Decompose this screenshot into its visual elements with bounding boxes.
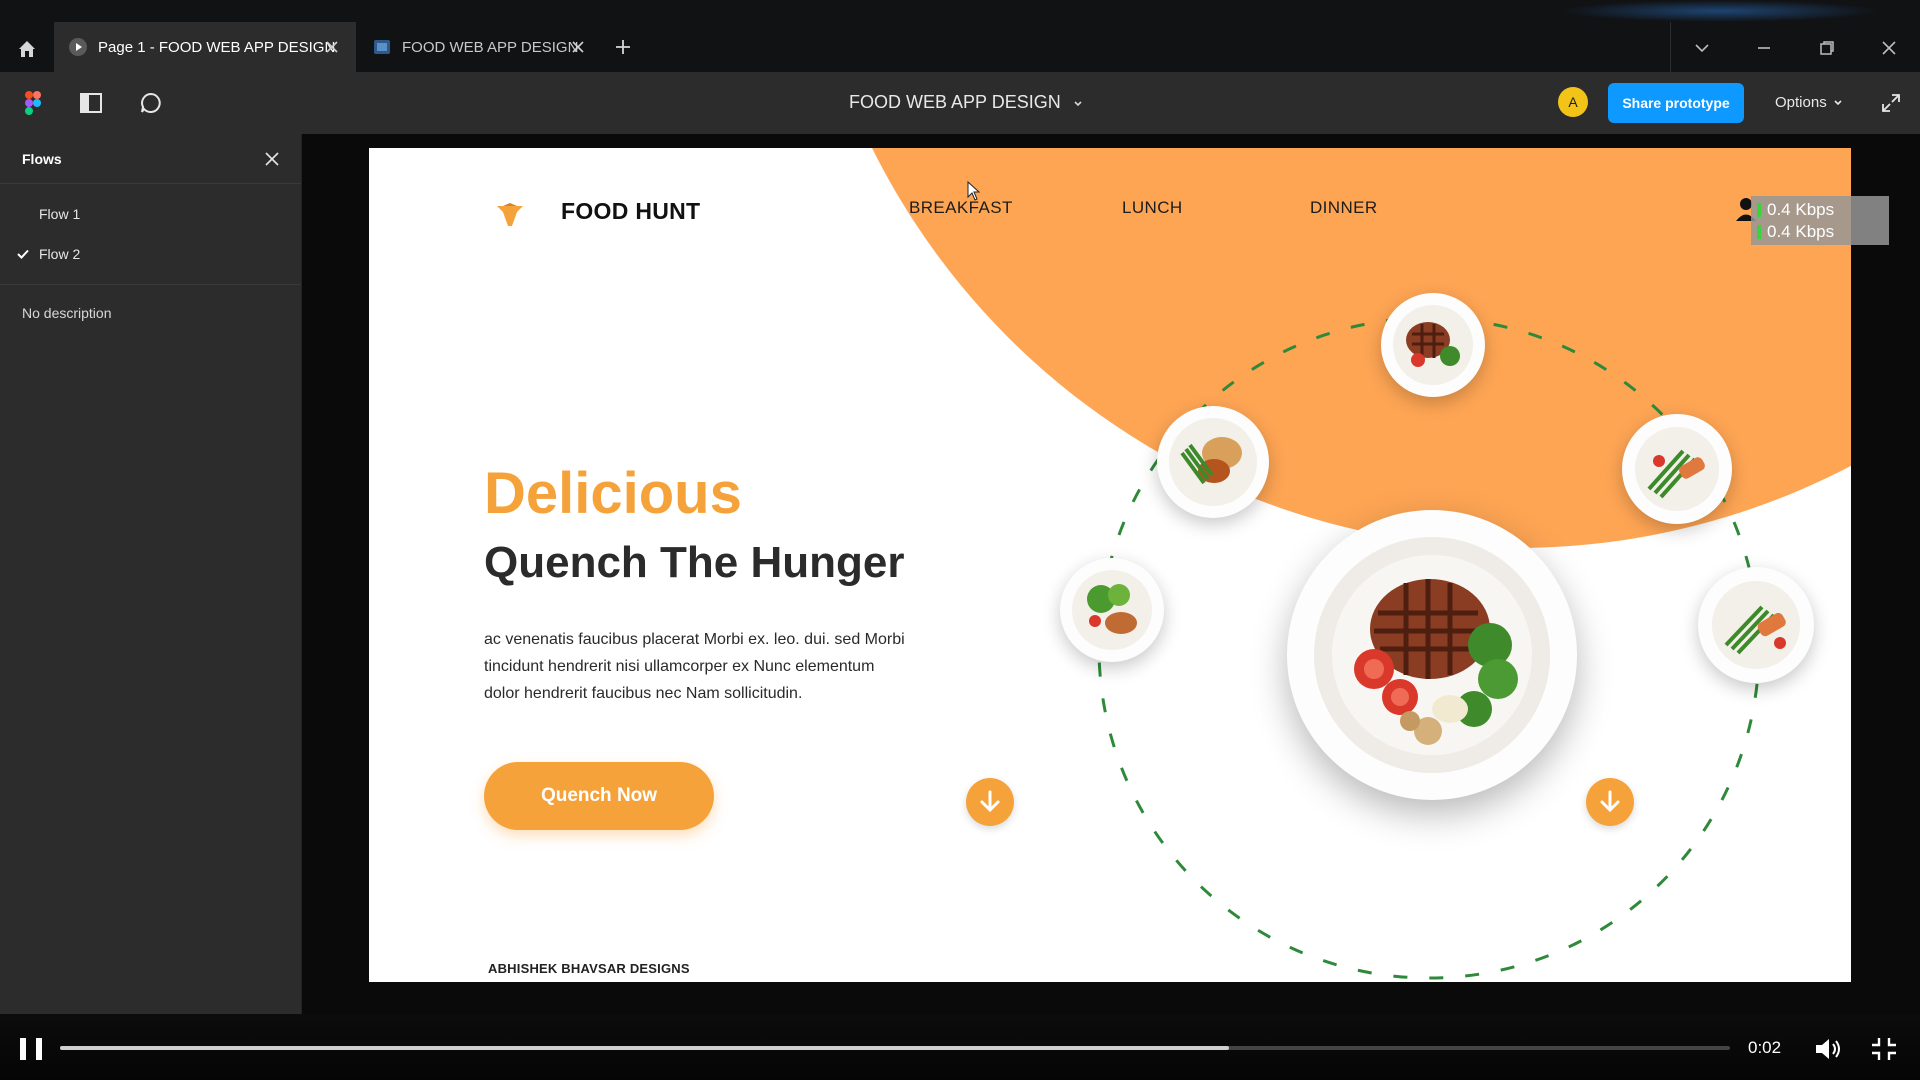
home-icon[interactable]: [12, 34, 42, 64]
volume-icon[interactable]: [1814, 1036, 1844, 1062]
chevron-down-icon: [1073, 92, 1083, 113]
play-circle-icon: [68, 37, 88, 57]
tab-bar: Page 1 - FOOD WEB APP DESIGN FOOD WEB AP…: [0, 0, 1920, 72]
dish-steak-salad[interactable]: [1381, 293, 1485, 397]
figma-logo-icon[interactable]: [18, 88, 48, 118]
dish-salmon-beans-far-right[interactable]: [1698, 567, 1814, 683]
flow-list: Flow 1 Flow 2: [0, 184, 301, 285]
prototype-frame: FOOD HUNT BREAKFAST LUNCH DINNER Delicio…: [369, 148, 1851, 982]
file-thumbnail-icon: [372, 37, 392, 57]
options-menu[interactable]: Options: [1775, 94, 1843, 111]
expand-icon[interactable]: [1878, 90, 1904, 116]
options-label: Options: [1775, 94, 1827, 111]
minimize-icon[interactable]: [1752, 36, 1776, 60]
prototype-toolbar: FOOD WEB APP DESIGN A Share prototype Op…: [0, 72, 1920, 134]
restore-icon[interactable]: [1815, 36, 1839, 60]
chevron-down-icon: [1833, 94, 1843, 111]
video-progress-fill: [60, 1046, 1229, 1050]
checkmark-icon: [16, 247, 30, 261]
video-progress-bar[interactable]: [60, 1046, 1730, 1050]
close-window-icon[interactable]: [1877, 36, 1901, 60]
avatar[interactable]: A: [1558, 87, 1588, 117]
comment-icon[interactable]: [136, 88, 166, 118]
tab-page-1[interactable]: Page 1 - FOOD WEB APP DESIGN: [54, 22, 356, 72]
close-icon[interactable]: [261, 148, 283, 170]
divider: [1670, 22, 1671, 72]
tab-label: Page 1 - FOOD WEB APP DESIGN: [98, 38, 336, 56]
signal-bar-icon: [1757, 225, 1761, 239]
flows-header: Flows: [0, 134, 301, 184]
sidebar-toggle-icon[interactable]: [76, 88, 106, 118]
network-speed-overlay: 0.4 Kbps 0.4 Kbps: [1751, 196, 1889, 245]
nav-breakfast[interactable]: BREAKFAST: [909, 198, 1013, 218]
dish-salmon-beans-right[interactable]: [1622, 414, 1732, 524]
video-player-controls: 0:02: [0, 1014, 1920, 1080]
quench-now-button[interactable]: Quench Now: [484, 762, 714, 830]
designer-credit: ABHISHEK BHAVSAR DESIGNS: [488, 961, 690, 976]
playback-time: 0:02: [1748, 1038, 1782, 1057]
brand-name[interactable]: FOOD HUNT: [561, 198, 700, 225]
download-speed: 0.4 Kbps: [1757, 221, 1889, 243]
download-value: 0.4 Kbps: [1767, 222, 1835, 241]
document-title[interactable]: FOOD WEB APP DESIGN: [849, 92, 1083, 113]
pause-icon[interactable]: [20, 1038, 42, 1060]
arrow-down-icon[interactable]: [966, 778, 1014, 826]
signal-bar-icon: [1757, 203, 1761, 217]
document-title-label: FOOD WEB APP DESIGN: [849, 92, 1061, 112]
tab-file[interactable]: FOOD WEB APP DESIGN: [358, 22, 602, 72]
upload-value: 0.4 Kbps: [1767, 200, 1835, 219]
close-icon[interactable]: [568, 37, 588, 57]
flow-item-2[interactable]: Flow 2: [0, 234, 301, 274]
flow-description: No description: [22, 305, 112, 321]
hero-body: ac venenatis faucibus placerat Morbi ex.…: [484, 631, 905, 702]
dish-main-steak-plate[interactable]: [1287, 510, 1577, 800]
mouse-cursor-icon: [967, 180, 981, 201]
flows-title: Flows: [22, 150, 62, 167]
flow-label: Flow 1: [39, 206, 81, 222]
close-icon[interactable]: [322, 37, 342, 57]
nav-lunch[interactable]: LUNCH: [1122, 198, 1183, 218]
tab-label: FOOD WEB APP DESIGN: [402, 38, 579, 56]
tab-bar-glow: [1560, 0, 1880, 22]
dish-rice-chicken[interactable]: [1157, 406, 1269, 518]
plus-icon[interactable]: [612, 36, 634, 58]
exit-fullscreen-icon[interactable]: [1870, 1036, 1898, 1062]
food-hunt-logo-icon[interactable]: [495, 202, 525, 228]
arrow-down-icon[interactable]: [1586, 778, 1634, 826]
hero-eyebrow: Delicious: [484, 461, 742, 526]
flows-sidebar: Flows Flow 1 Flow 2 No description: [0, 134, 302, 1014]
hero-title: Quench The Hunger: [484, 538, 905, 587]
chevron-down-icon[interactable]: [1690, 36, 1714, 60]
flow-label: Flow 2: [39, 246, 81, 262]
upload-speed: 0.4 Kbps: [1757, 199, 1889, 221]
nav-dinner[interactable]: DINNER: [1310, 198, 1378, 218]
dish-salad-chicken[interactable]: [1060, 558, 1164, 662]
flow-item-1[interactable]: Flow 1: [0, 194, 301, 234]
share-prototype-button[interactable]: Share prototype: [1608, 83, 1744, 123]
